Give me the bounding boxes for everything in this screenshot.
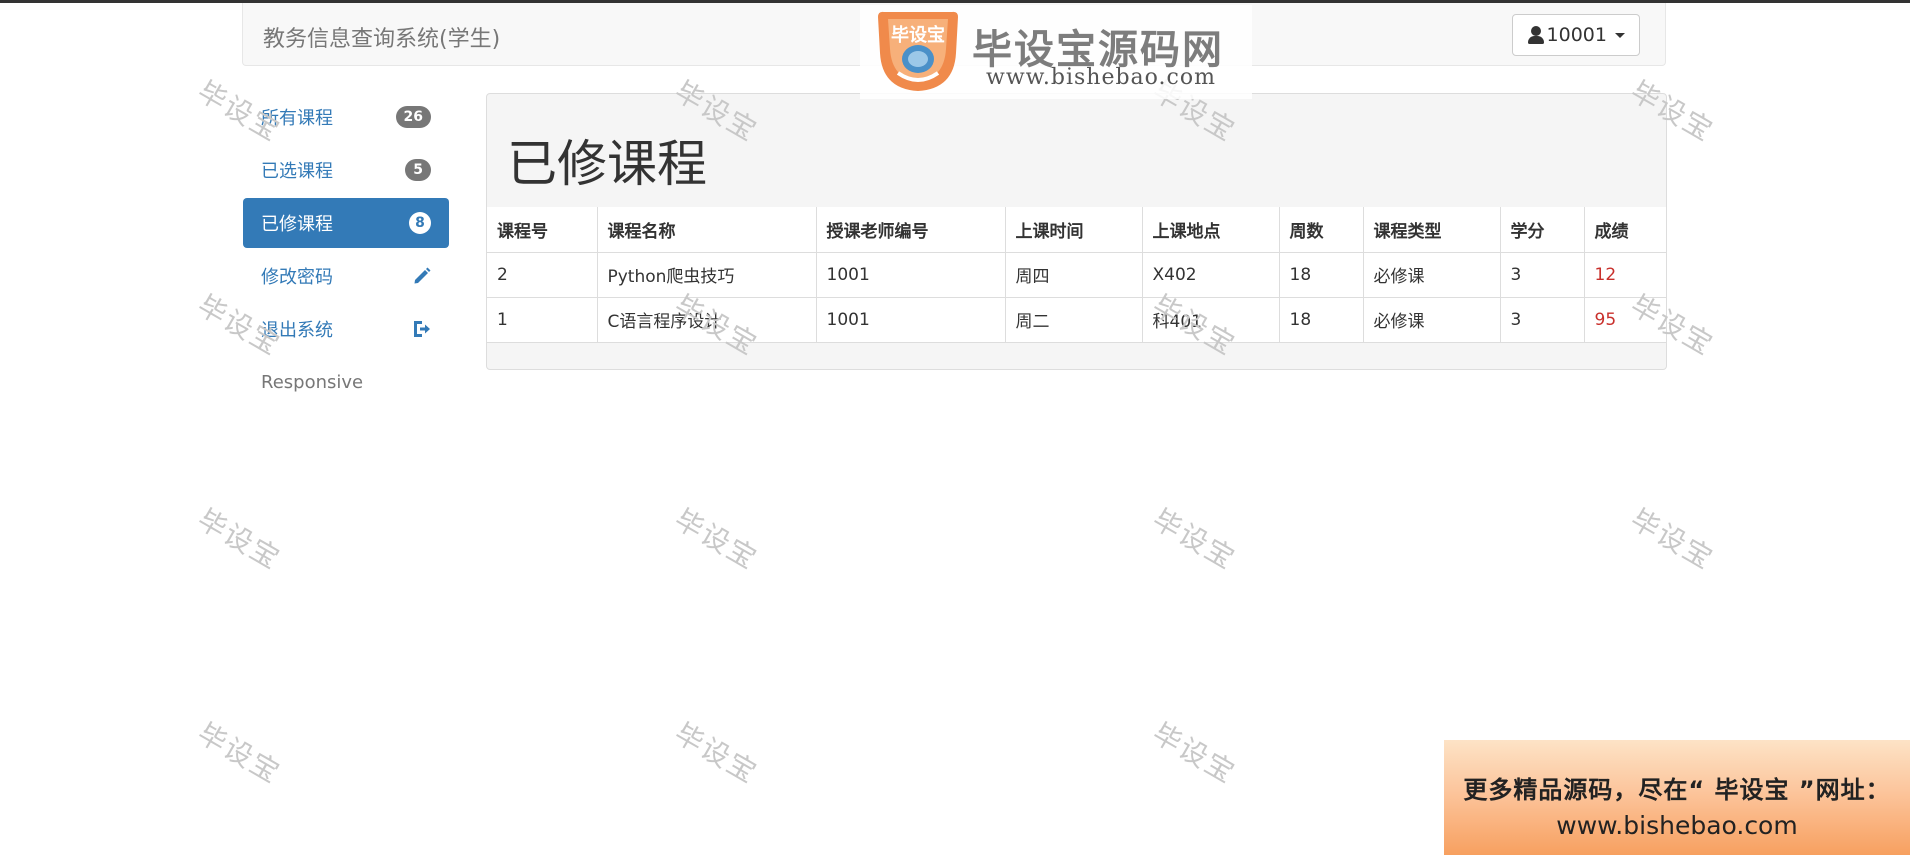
column-header: 周数 [1278, 207, 1364, 253]
column-header: 授课老师编号 [815, 207, 1006, 253]
pencil-icon [413, 267, 431, 285]
table-row: 2 Python爬虫技巧 1001 周四 X402 18 必修课 3 12 [487, 251, 1666, 298]
sidebar-item-label: 退出系统 [261, 320, 333, 341]
table-cell: 周二 [1004, 296, 1143, 343]
table-cell: 3 [1499, 296, 1585, 343]
logo-badge-icon: 毕设宝 [872, 9, 964, 95]
promo-banner[interactable]: 更多精品源码，尽在“ 毕设宝 ”网址： www.bishebao.com [1444, 740, 1910, 855]
logo-badge-text: 毕设宝 [891, 24, 945, 46]
sidebar-item-logout[interactable]: 退出系统 [243, 304, 449, 354]
column-header: 课程类型 [1362, 207, 1501, 253]
navbar-brand[interactable]: 教务信息查询系统(学生) [263, 21, 500, 53]
table-cell: 科401 [1141, 296, 1280, 343]
sidebar-item-label: 所有课程 [261, 108, 333, 129]
completed-courses-panel: 已修课程 课程号 课程名称 授课老师编号 上课时间 上课地点 周数 课程类型 学… [486, 93, 1667, 370]
column-header: 成绩 [1583, 207, 1666, 253]
count-badge: 8 [409, 212, 431, 234]
courses-table: 课程号 课程名称 授课老师编号 上课时间 上课地点 周数 课程类型 学分 成绩 … [487, 207, 1666, 343]
watermark-text: 毕设宝 [1625, 502, 1720, 577]
sign-out-icon [411, 319, 431, 339]
sidebar-item-label: 已选课程 [261, 161, 333, 182]
table-cell: 18 [1278, 251, 1364, 298]
table-cell: 1 [487, 296, 598, 343]
watermark-text: 毕设宝 [192, 502, 287, 577]
user-icon [1527, 25, 1545, 45]
table-header-row: 课程号 课程名称 授课老师编号 上课时间 上课地点 周数 课程类型 学分 成绩 [487, 207, 1666, 253]
sidebar-footer-text: Responsive [261, 371, 364, 393]
column-header: 上课时间 [1004, 207, 1143, 253]
column-header: 课程号 [487, 207, 598, 253]
page-title: 已修课程 [507, 135, 707, 193]
promo-text: 更多精品源码，尽在“ 毕设宝 ”网址： [1463, 776, 1891, 804]
site-logo: 毕设宝 毕设宝源码网 www.bishebao.com [860, 5, 1252, 99]
watermark-text: 毕设宝 [1147, 716, 1242, 791]
logo-url: www.bishebao.com [986, 65, 1216, 90]
table-cell: 18 [1278, 296, 1364, 343]
sidebar-item-all-courses[interactable]: 所有课程 26 [243, 92, 449, 142]
table-cell: 1001 [815, 251, 1006, 298]
table-cell: 1001 [815, 296, 1006, 343]
table-cell: X402 [1141, 251, 1280, 298]
sidebar-item-selected-courses[interactable]: 已选课程 5 [243, 145, 449, 195]
sidebar-item-label: 修改密码 [261, 267, 333, 288]
table-cell: 2 [487, 251, 598, 298]
watermark-text: 毕设宝 [669, 716, 764, 791]
watermark-text: 毕设宝 [192, 716, 287, 791]
table-cell: 周四 [1004, 251, 1143, 298]
user-dropdown-button[interactable]: 10001 [1511, 14, 1640, 56]
count-badge: 5 [405, 159, 431, 181]
table-cell: 必修课 [1362, 296, 1501, 343]
sidebar-nav: 所有课程 26 已选课程 5 已修课程 8 修改密码 退出系统 Responsi… [243, 92, 449, 407]
table-cell: 必修课 [1362, 251, 1501, 298]
table-cell: 3 [1499, 251, 1585, 298]
table-row: 1 C语言程序设计 1001 周二 科401 18 必修课 3 95 [487, 296, 1666, 343]
column-header: 上课地点 [1141, 207, 1280, 253]
user-id: 10001 [1546, 24, 1607, 46]
sidebar-item-label: 已修课程 [261, 214, 333, 235]
table-cell: Python爬虫技巧 [596, 251, 817, 298]
table-cell: C语言程序设计 [596, 296, 817, 343]
caret-down-icon [1615, 32, 1625, 38]
watermark-text: 毕设宝 [1147, 502, 1242, 577]
column-header: 学分 [1499, 207, 1585, 253]
grade-cell: 12 [1583, 251, 1666, 298]
watermark-text: 毕设宝 [669, 502, 764, 577]
sidebar-item-completed-courses[interactable]: 已修课程 8 [243, 198, 449, 248]
promo-url: www.bishebao.com [1556, 811, 1798, 840]
sidebar-item-change-password[interactable]: 修改密码 [243, 251, 449, 301]
column-header: 课程名称 [596, 207, 817, 253]
count-badge: 26 [395, 106, 431, 128]
grade-cell: 95 [1583, 296, 1666, 343]
